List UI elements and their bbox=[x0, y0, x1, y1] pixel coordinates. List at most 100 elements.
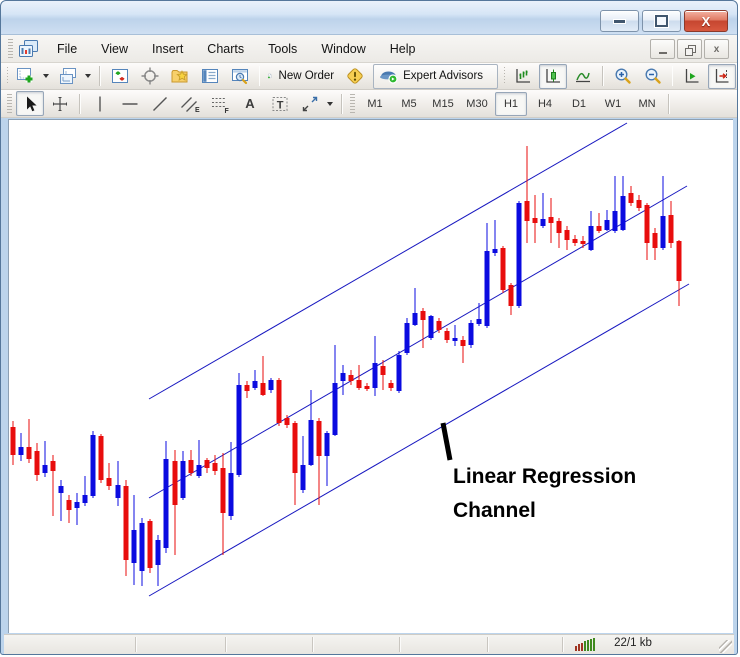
regression-channel-lower-line[interactable] bbox=[148, 283, 690, 597]
candlestick-chart[interactable] bbox=[9, 120, 733, 633]
equidistant-channel-button[interactable]: E bbox=[176, 91, 204, 116]
new-order-label[interactable]: New Order bbox=[279, 70, 335, 82]
candle bbox=[508, 283, 514, 315]
new-chart-dropdown[interactable] bbox=[43, 74, 50, 78]
candle bbox=[644, 203, 650, 260]
menu-item-help[interactable]: Help bbox=[378, 39, 428, 59]
profiles-dropdown[interactable] bbox=[85, 74, 92, 78]
doc-minimize-icon bbox=[658, 51, 667, 54]
expert-advisors-button[interactable]: Expert Advisors bbox=[373, 63, 499, 89]
chart-candles-button[interactable] bbox=[539, 63, 568, 89]
timeframe-h1[interactable]: H1 bbox=[495, 91, 527, 116]
candle bbox=[308, 390, 314, 466]
toolbar-grip[interactable] bbox=[504, 66, 506, 86]
toolbar-grip[interactable] bbox=[350, 94, 355, 113]
candle bbox=[460, 336, 466, 363]
candle bbox=[660, 176, 666, 250]
zoom-in-button[interactable] bbox=[609, 64, 637, 89]
annotation-arrow[interactable] bbox=[440, 422, 453, 461]
cursor-button[interactable] bbox=[16, 91, 44, 116]
candle bbox=[252, 370, 258, 390]
regression-channel-upper-line[interactable] bbox=[148, 122, 628, 400]
menu-item-charts[interactable]: Charts bbox=[195, 39, 256, 59]
crosshair-button[interactable] bbox=[46, 91, 74, 116]
arrows-dropdown[interactable] bbox=[327, 101, 333, 106]
chart-shift-button[interactable] bbox=[708, 63, 736, 89]
regression-channel-label[interactable]: Linear Regression Channel bbox=[453, 460, 636, 528]
text-label-button[interactable]: T bbox=[266, 91, 294, 116]
maximize-icon bbox=[654, 14, 669, 28]
candle bbox=[115, 461, 121, 506]
zoom-in-icon bbox=[615, 68, 631, 84]
timeframe-m15[interactable]: M15 bbox=[427, 92, 459, 116]
data-window-button[interactable] bbox=[136, 64, 164, 89]
candle bbox=[484, 223, 490, 328]
text-button[interactable]: A bbox=[236, 91, 264, 116]
market-watch-button[interactable] bbox=[106, 64, 134, 89]
arrows-button[interactable] bbox=[296, 91, 324, 116]
strategy-tester-icon bbox=[231, 69, 248, 85]
doc-minimize-button[interactable] bbox=[650, 39, 675, 59]
title-bar[interactable]: X bbox=[1, 1, 737, 35]
svg-text:T: T bbox=[277, 99, 284, 111]
fibonacci-button[interactable]: F bbox=[206, 91, 234, 116]
candle bbox=[572, 235, 578, 246]
doc-restore-button[interactable] bbox=[677, 39, 702, 59]
candle bbox=[348, 370, 354, 385]
candle bbox=[532, 195, 538, 243]
new-chart-button[interactable] bbox=[12, 64, 40, 89]
statusbar-separator bbox=[135, 637, 137, 652]
timeframe-m1[interactable]: M1 bbox=[359, 92, 391, 116]
zoom-out-button[interactable] bbox=[639, 64, 667, 89]
menu-item-tools[interactable]: Tools bbox=[256, 39, 309, 59]
auto-scroll-button[interactable] bbox=[678, 64, 706, 89]
trendline-button[interactable] bbox=[146, 91, 174, 116]
strategy-tester-button[interactable] bbox=[226, 64, 254, 89]
new-order-button[interactable] bbox=[265, 64, 275, 89]
candle bbox=[228, 442, 234, 520]
mt4-logo-icon bbox=[19, 39, 38, 57]
menu-item-insert[interactable]: Insert bbox=[140, 39, 195, 59]
alert-button[interactable] bbox=[341, 64, 369, 89]
separator bbox=[602, 66, 604, 86]
chart-bars-button[interactable] bbox=[509, 64, 537, 89]
timeframe-m30[interactable]: M30 bbox=[461, 92, 493, 116]
timeframe-d1[interactable]: D1 bbox=[563, 92, 595, 116]
candle bbox=[404, 318, 410, 355]
doc-close-button[interactable]: x bbox=[704, 39, 729, 59]
candle bbox=[50, 455, 56, 516]
maximize-button[interactable] bbox=[642, 10, 681, 32]
profiles-button[interactable] bbox=[54, 64, 82, 89]
navigator-button[interactable] bbox=[166, 64, 194, 89]
warning-icon bbox=[347, 68, 363, 84]
statusbar-separator bbox=[312, 637, 314, 652]
horizontal-line-button[interactable] bbox=[116, 91, 144, 116]
crosshair-icon bbox=[53, 96, 67, 111]
close-icon: X bbox=[701, 13, 711, 29]
toolbar-grip[interactable] bbox=[7, 94, 12, 113]
menubar-grip[interactable] bbox=[8, 39, 13, 58]
menu-item-window[interactable]: Window bbox=[309, 39, 377, 59]
horizontal-line-icon bbox=[122, 102, 138, 105]
timeframe-mn[interactable]: MN bbox=[631, 92, 663, 116]
candle bbox=[10, 421, 16, 465]
toolbar-grip[interactable] bbox=[7, 66, 9, 86]
close-button[interactable]: X bbox=[684, 10, 728, 32]
terminal-button[interactable] bbox=[196, 64, 224, 89]
menu-item-view[interactable]: View bbox=[89, 39, 140, 59]
minimize-button[interactable] bbox=[600, 10, 639, 32]
timeframe-h4[interactable]: H4 bbox=[529, 92, 561, 116]
candle bbox=[428, 315, 434, 340]
vertical-line-button[interactable] bbox=[86, 91, 114, 116]
resize-grip[interactable] bbox=[719, 640, 732, 653]
candle bbox=[652, 228, 658, 260]
menu-item-file[interactable]: File bbox=[45, 39, 89, 59]
candle bbox=[180, 451, 186, 500]
regression-channel-middle-line[interactable] bbox=[148, 185, 688, 499]
chart-panel[interactable]: Linear Regression Channel bbox=[8, 119, 733, 633]
timeframe-w1[interactable]: W1 bbox=[597, 92, 629, 116]
chart-line-button[interactable] bbox=[569, 64, 597, 89]
timeframe-m5[interactable]: M5 bbox=[393, 92, 425, 116]
separator bbox=[341, 93, 343, 114]
text-label-icon: T bbox=[272, 96, 288, 111]
